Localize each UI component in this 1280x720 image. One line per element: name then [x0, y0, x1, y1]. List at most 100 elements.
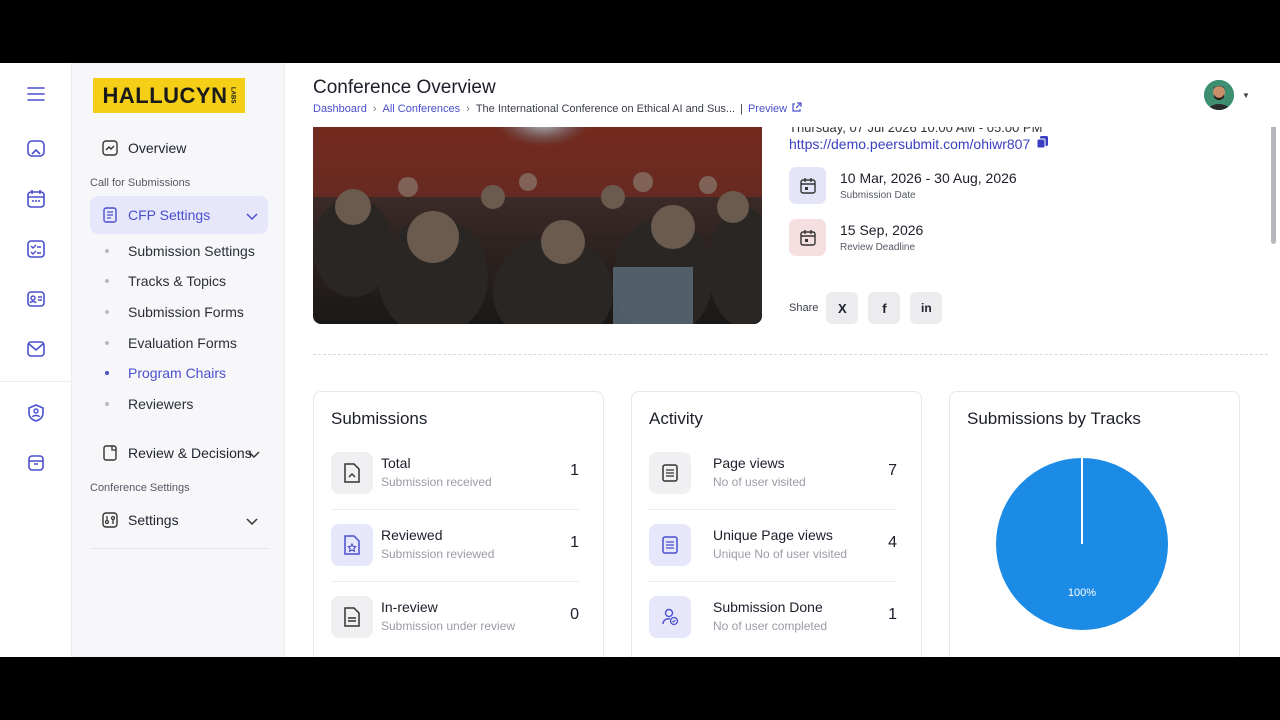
review-deadline-label: Review Deadline — [840, 242, 916, 253]
home-icon[interactable] — [22, 135, 50, 163]
icon-rail — [0, 63, 72, 657]
bullet-icon — [105, 249, 109, 253]
submissions-card: Submissions Total Submission received 1 … — [313, 391, 604, 657]
sidebar-item-label: Review & Decisions — [128, 445, 252, 461]
share-label: Share — [789, 302, 819, 314]
breadcrumb-separator: | — [740, 103, 743, 115]
stat-sub: Submission received — [381, 475, 492, 489]
share-linkedin-button[interactable]: in — [910, 292, 943, 324]
avatar[interactable] — [1204, 80, 1234, 110]
document-icon — [649, 524, 691, 566]
bullet-icon — [105, 341, 109, 345]
stat-reviewed: Reviewed Submission reviewed 1 — [331, 524, 579, 596]
stat-value: 7 — [888, 462, 897, 479]
stat-divider — [331, 581, 579, 582]
stat-label: Submission Done — [713, 599, 823, 615]
app-logo[interactable]: HALLUCYN LABS — [93, 78, 245, 113]
submission-date-value: 10 Mar, 2026 - 30 Aug, 2026 — [840, 170, 1017, 186]
breadcrumb-all-conferences[interactable]: All Conferences — [383, 103, 461, 115]
sub-item-submission-settings[interactable]: Submission Settings — [105, 243, 255, 259]
conference-url[interactable]: https://demo.peersubmit.com/ohiwr807 — [789, 135, 1049, 152]
preview-link[interactable]: Preview — [748, 103, 787, 115]
stat-divider — [649, 509, 897, 510]
copy-icon[interactable] — [1036, 135, 1049, 152]
share-x-button[interactable]: X — [826, 292, 859, 324]
pie-slice-label: 100% — [1068, 587, 1096, 599]
bullet-icon — [105, 371, 109, 375]
archive-icon[interactable] — [22, 449, 50, 477]
sub-item-reviewers[interactable]: Reviewers — [105, 396, 193, 412]
calendar-icon[interactable] — [22, 185, 50, 213]
logo-text: HALLUCYN — [102, 82, 228, 108]
menu-icon[interactable] — [22, 80, 50, 108]
sidebar-item-settings[interactable]: Settings — [90, 501, 268, 539]
rail-divider — [0, 381, 72, 382]
chevron-down-icon — [246, 208, 258, 224]
breadcrumb-dashboard[interactable]: Dashboard — [313, 103, 367, 115]
external-link-icon[interactable] — [791, 102, 802, 116]
contact-card-icon[interactable] — [22, 285, 50, 313]
stat-value: 1 — [570, 462, 579, 479]
facebook-icon: f — [882, 300, 887, 316]
chevron-down-icon — [248, 446, 260, 462]
chevron-right-icon: › — [466, 103, 470, 115]
sub-item-label: Submission Settings — [128, 243, 255, 259]
stat-value: 1 — [570, 534, 579, 551]
sub-item-submission-forms[interactable]: Submission Forms — [105, 304, 244, 320]
file-lines-icon — [331, 596, 373, 638]
stat-value: 1 — [888, 606, 897, 623]
sidebar-item-overview[interactable]: Overview — [90, 129, 268, 167]
stat-label: Reviewed — [381, 527, 443, 543]
file-icon — [331, 452, 373, 494]
sub-item-tracks-topics[interactable]: Tracks & Topics — [105, 273, 226, 289]
page-title: Conference Overview — [313, 77, 496, 98]
tracks-card: Submissions by Tracks 100% — [949, 391, 1240, 657]
section-label-cfp: Call for Submissions — [90, 177, 191, 189]
stat-sub: Unique No of user visited — [713, 547, 848, 561]
share-facebook-button[interactable]: f — [868, 292, 901, 324]
sub-item-program-chairs[interactable]: Program Chairs — [105, 365, 226, 381]
stat-sub: Submission under review — [381, 619, 516, 633]
sub-item-evaluation-forms[interactable]: Evaluation Forms — [105, 335, 237, 351]
document-icon — [102, 445, 118, 461]
stat-total: Total Submission received 1 — [331, 452, 579, 524]
caret-down-icon[interactable]: ▼ — [1242, 91, 1250, 100]
user-check-icon — [649, 596, 691, 638]
user-shield-icon[interactable] — [22, 399, 50, 427]
calendar-icon — [789, 167, 826, 204]
sidebar-item-label: CFP Settings — [128, 207, 211, 223]
sidebar-item-review-decisions[interactable]: Review & Decisions — [90, 434, 268, 472]
sidebar-item-label: Settings — [128, 512, 179, 528]
stat-page-views: Page views No of user visited 7 — [649, 452, 897, 524]
card-title: Activity — [649, 409, 703, 428]
sidebar-item-label: Overview — [128, 140, 187, 156]
stat-sub: No of user completed — [713, 619, 828, 633]
stat-value: 4 — [888, 534, 897, 551]
x-icon: X — [838, 300, 847, 316]
app-window: HALLUCYN LABS Overview Call for Submissio… — [0, 63, 1280, 657]
checklist-icon[interactable] — [22, 235, 50, 263]
calendar-icon — [789, 219, 826, 256]
bullet-icon — [105, 279, 109, 283]
chevron-right-icon: › — [372, 103, 377, 115]
review-deadline-value: 15 Sep, 2026 — [840, 222, 924, 238]
mail-icon[interactable] — [22, 335, 50, 363]
stat-label: Unique Page views — [713, 527, 833, 543]
linkedin-icon: in — [921, 301, 932, 315]
sub-item-label: Evaluation Forms — [128, 335, 237, 351]
sidebar-item-cfp-settings[interactable]: CFP Settings — [90, 196, 268, 234]
bullet-icon — [105, 310, 109, 314]
activity-card: Activity Page views No of user visited 7… — [631, 391, 922, 657]
stat-value: 0 — [570, 606, 579, 623]
file-star-icon — [331, 524, 373, 566]
stat-in-review: In-review Submission under review 0 — [331, 596, 579, 657]
sub-item-label: Reviewers — [128, 396, 194, 412]
submission-date-label: Submission Date — [840, 190, 916, 201]
stat-label: In-review — [381, 599, 438, 615]
chevron-down-icon — [246, 513, 258, 529]
card-title: Submissions — [331, 409, 428, 428]
stat-label: Total — [381, 455, 411, 471]
conference-url-text[interactable]: https://demo.peersubmit.com/ohiwr807 — [789, 136, 1030, 152]
stat-submission-done: Submission Done No of user completed 1 — [649, 596, 897, 657]
logo-sub: LABS — [229, 87, 236, 104]
